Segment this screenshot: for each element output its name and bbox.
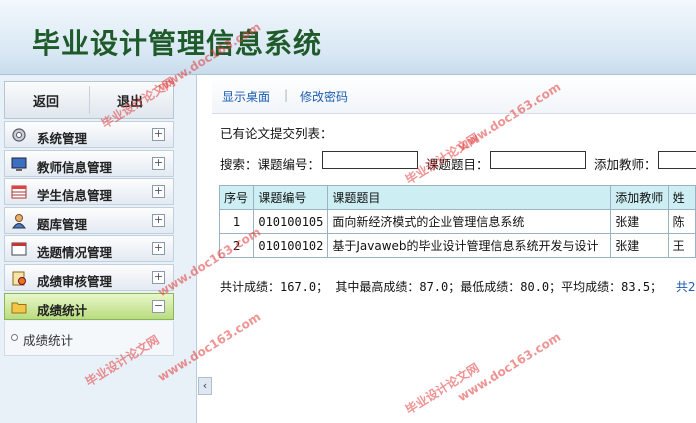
sidebar-item-question-bank[interactable]: 题库管理 + — [4, 206, 174, 234]
table-cell: 面向新经济模式的企业管理信息系统 — [327, 209, 612, 234]
table-cell: 王 — [667, 233, 696, 258]
expand-icon[interactable]: + — [152, 156, 165, 170]
submenu-item-grade-stats[interactable]: 成绩统计 — [23, 330, 73, 349]
column-header: 课题题目 — [327, 185, 612, 210]
table-cell: 010100105 — [253, 209, 329, 234]
table-cell: 张建 — [610, 233, 669, 258]
bullet-icon — [11, 334, 18, 342]
expand-icon[interactable]: + — [152, 185, 165, 199]
topic-number-input[interactable] — [322, 151, 418, 169]
expand-icon[interactable]: + — [152, 213, 165, 227]
expand-icon[interactable]: + — [152, 128, 165, 141]
folder-icon — [11, 302, 27, 314]
column-header: 序号 — [218, 185, 255, 210]
column-header: 添加教师 — [610, 185, 669, 210]
table-cell: 2 — [218, 233, 255, 258]
expand-icon[interactable]: + — [152, 242, 165, 256]
exit-button[interactable]: 退出 — [117, 91, 143, 110]
pagination-link[interactable]: 共2条 — [676, 280, 696, 294]
submenu: 成绩统计 — [4, 321, 174, 357]
grade-statistics: 共计成绩：167.0； 其中最高成绩：87.0；最低成绩：80.0；平均成绩：8… — [220, 278, 696, 295]
sidebar-item-student[interactable]: 学生信息管理 + — [4, 178, 174, 206]
divider — [89, 86, 90, 114]
sidebar-item-topic-selection[interactable]: 选题情况管理 + — [4, 235, 174, 263]
sidebar-item-grade-stats[interactable]: 成绩统计 − — [4, 292, 174, 320]
teacher-input[interactable] — [658, 151, 696, 169]
statistics-text: 共计成绩：167.0； 其中最高成绩：87.0；最低成绩：80.0；平均成绩：8… — [220, 280, 663, 294]
sidebar-item-label: 系统管理 — [37, 131, 88, 146]
main-content: 显示桌面 | 修改密码 已有论文提交列表： 搜索：课题编号： 课题题目： 添加教… — [212, 75, 696, 423]
show-desktop-link[interactable]: 显示桌面 — [222, 88, 270, 105]
expand-icon[interactable]: + — [152, 270, 165, 284]
gear-icon — [12, 128, 26, 142]
sidebar: 返回 退出 系统管理 + 教师信息管理 + 学生信息管理 + 题库管理 + 选题… — [0, 75, 197, 423]
table-row[interactable]: 2 010100102 基于Javaweb的毕业设计管理信息系统开发与设计 张建… — [218, 233, 696, 258]
user-icon — [12, 213, 26, 229]
column-header: 课题编号 — [253, 185, 329, 210]
sidebar-menu: 系统管理 + 教师信息管理 + 学生信息管理 + 题库管理 + 选题情况管理 +… — [4, 121, 174, 357]
sidebar-item-label: 教师信息管理 — [37, 159, 113, 175]
sidebar-item-system[interactable]: 系统管理 + — [4, 121, 174, 148]
app-header: 毕业设计管理信息系统 — [0, 0, 696, 75]
search-label: 搜索：课题编号： — [220, 157, 321, 172]
sidebar-item-label: 选题情况管理 — [37, 245, 113, 261]
sidebar-item-grade-review[interactable]: 成绩审核管理 + — [4, 263, 174, 291]
sidebar-item-teacher[interactable]: 教师信息管理 + — [4, 149, 174, 177]
top-nav: 显示桌面 | 修改密码 — [212, 75, 696, 114]
topic-title-label: 课题题目： — [426, 157, 489, 172]
clipboard-icon — [12, 271, 26, 286]
list-caption: 已有论文提交列表： — [220, 126, 333, 141]
nav-separator: | — [284, 88, 289, 102]
sidebar-item-label: 学生信息管理 — [37, 188, 113, 204]
collapse-icon[interactable]: − — [152, 299, 165, 313]
top-buttons: 返回 退出 — [4, 81, 174, 119]
sidebar-item-label: 题库管理 — [37, 216, 88, 232]
table-cell: 张建 — [610, 209, 669, 234]
change-password-link[interactable]: 修改密码 — [300, 88, 348, 105]
table-cell: 陈 — [667, 209, 696, 234]
sidebar-item-label: 成绩统计 — [37, 302, 88, 318]
table-cell: 1 — [218, 209, 255, 234]
sidebar-item-label: 成绩审核管理 — [37, 273, 113, 289]
topic-title-input[interactable] — [490, 151, 586, 169]
monitor-icon — [11, 157, 27, 171]
app-title: 毕业设计管理信息系统 — [32, 27, 323, 60]
collapse-sidebar-button[interactable]: ‹ — [198, 377, 212, 395]
search-bar: 搜索：课题编号： 课题题目： 添加教师： — [220, 151, 696, 173]
table-header-row: 序号 课题编号 课题题目 添加教师 姓 — [218, 185, 696, 210]
table-icon — [11, 185, 27, 199]
column-header: 姓 — [667, 185, 696, 210]
thesis-table: 序号 课题编号 课题题目 添加教师 姓 1 010100105 面向新经济模式的… — [218, 185, 696, 258]
back-button[interactable]: 返回 — [33, 91, 59, 110]
table-cell: 基于Javaweb的毕业设计管理信息系统开发与设计 — [327, 233, 612, 258]
table-cell: 010100102 — [253, 233, 329, 258]
window-icon — [11, 242, 27, 256]
table-row[interactable]: 1 010100105 面向新经济模式的企业管理信息系统 张建 陈 — [218, 209, 696, 234]
teacher-label: 添加教师： — [594, 157, 657, 172]
